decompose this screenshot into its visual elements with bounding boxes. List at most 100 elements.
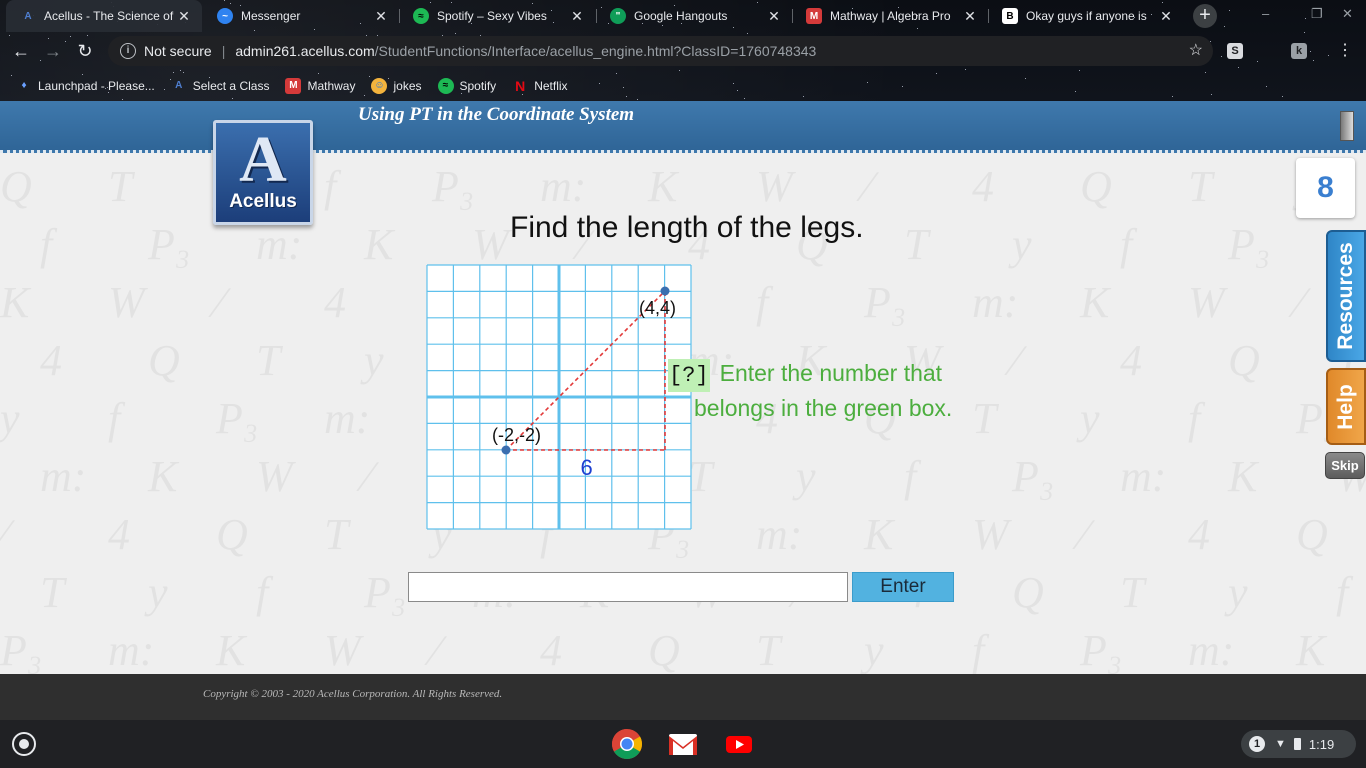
bookmark-mathway[interactable]: M Mathway [285, 77, 355, 94]
jokes-icon: ☺ [371, 77, 388, 94]
battery-icon [1293, 738, 1301, 750]
tab-mathway[interactable]: M Mathway | Algebra Pro ✕ [792, 0, 988, 32]
window-close-icon[interactable]: ✕ [1342, 6, 1353, 22]
background-glyph: ∕ [432, 626, 440, 674]
forward-icon[interactable]: → [42, 40, 64, 62]
background-glyph: W [972, 510, 1009, 559]
close-icon[interactable]: ✕ [569, 8, 585, 25]
clock-time: 1:19 [1308, 736, 1335, 752]
background-glyph: P₃ [864, 278, 907, 327]
background-glyph: ∕ [1012, 336, 1020, 385]
resources-tab[interactable]: Resources [1326, 230, 1366, 362]
background-glyph: m: [256, 220, 303, 269]
close-icon[interactable]: ✕ [373, 8, 389, 25]
background-glyph: K [1080, 278, 1110, 327]
launcher-icon[interactable] [12, 732, 36, 756]
background-glyph: K [1296, 626, 1326, 674]
extension-k-icon[interactable]: k [1291, 43, 1307, 59]
exit-door-icon[interactable] [1340, 111, 1354, 141]
background-glyph: 4 [40, 336, 62, 385]
enter-button[interactable]: Enter [852, 572, 954, 602]
background-glyph: 4 [108, 510, 130, 559]
help-tab[interactable]: Help [1326, 368, 1366, 445]
bookmark-launchpad[interactable]: ♦ Launchpad - Please... [16, 78, 155, 94]
chrome-icon[interactable] [611, 728, 643, 760]
mathway-icon: M [285, 77, 302, 94]
lesson-header-bar: Using PT in the Coordinate System [0, 101, 1366, 153]
youtube-icon[interactable] [723, 728, 755, 760]
background-glyph: m: [972, 278, 1019, 327]
prompt-line-1: Enter the number that [719, 360, 943, 386]
bookmark-select-class[interactable]: A Select a Class [171, 78, 270, 94]
background-glyph: f [904, 452, 917, 501]
prompt-line-2: belongs in the green box. [694, 395, 953, 421]
background-glyph: m: [1120, 452, 1167, 501]
acellus-icon: A [175, 80, 183, 91]
bookmark-label: Launchpad - Please... [38, 78, 155, 93]
bookmark-star-icon[interactable]: ☆ [1189, 40, 1203, 60]
menu-icon[interactable]: ⋮ [1334, 40, 1356, 62]
background-glyph: ∕ [1296, 278, 1304, 327]
coordinate-grid-graph: (4,4) (-2,-2) 6 [426, 264, 692, 530]
logo-letter: A [239, 123, 287, 196]
background-glyph: T [972, 394, 997, 443]
minimize-icon[interactable]: – [1262, 6, 1269, 21]
new-tab-button[interactable]: + [1193, 4, 1217, 28]
background-glyph: Q [148, 336, 180, 385]
close-icon[interactable]: ✕ [1158, 8, 1174, 25]
background-glyph: T [1120, 568, 1145, 617]
background-glyph: K [0, 278, 30, 327]
tab-spotify[interactable]: ≈ Spotify – Sexy Vibes ✕ [399, 0, 595, 32]
bookmark-netflix[interactable]: N Netflix [512, 78, 567, 94]
background-glyph: m: [108, 626, 155, 674]
background-glyph: y [0, 394, 20, 443]
green-answer-box: [?] [668, 359, 710, 392]
background-glyph: T [256, 336, 281, 385]
answer-input[interactable] [408, 572, 848, 602]
copyright-text: Copyright © 2003 - 2020 Acellus Corporat… [203, 688, 503, 700]
extension-s-icon[interactable]: S [1227, 43, 1243, 59]
url-host: admin261.acellus.com [235, 43, 375, 59]
skip-button[interactable]: Skip [1325, 452, 1365, 479]
info-icon[interactable]: i [120, 43, 136, 59]
question-text: Find the length of the legs. [510, 211, 864, 244]
close-icon[interactable]: ✕ [962, 8, 978, 25]
background-glyph: Q [1080, 162, 1112, 211]
background-glyph: m: [756, 510, 803, 559]
bookmark-jokes[interactable]: ☺ jokes [371, 77, 422, 94]
bookmark-label: Select a Class [192, 78, 270, 93]
background-glyph: f [972, 626, 985, 674]
background-glyph: 4 [972, 162, 994, 211]
close-icon[interactable]: ✕ [766, 8, 782, 25]
system-tray[interactable]: 1 ▼ 1:19 [1241, 730, 1356, 758]
background-glyph: f [256, 568, 269, 617]
background-glyph: Q [1296, 510, 1328, 559]
tab-title: Google Hangouts [634, 9, 728, 23]
background-glyph: 4 [324, 278, 346, 327]
bookmark-spotify[interactable]: ≈ Spotify [437, 77, 496, 94]
gmail-icon[interactable] [667, 728, 699, 760]
page-footer: Copyright © 2003 - 2020 Acellus Corporat… [0, 674, 1366, 720]
bookmarks-bar: ♦ Launchpad - Please... A Select a Class… [0, 70, 1366, 101]
background-glyph: y [364, 336, 384, 385]
maximize-icon[interactable]: ❐ [1311, 6, 1323, 22]
tab-messenger[interactable]: ~ Messenger ✕ [203, 0, 399, 32]
background-glyph: m: [1188, 626, 1235, 674]
back-icon[interactable]: ← [10, 40, 32, 62]
background-glyph: m: [324, 394, 371, 443]
tab-brainly[interactable]: B Okay guys if anyone is ✕ [988, 0, 1184, 32]
background-glyph: W [756, 162, 793, 211]
background-glyph: Q [216, 510, 248, 559]
background-glyph: 4 [1120, 336, 1142, 385]
tab-hangouts[interactable]: " Google Hangouts ✕ [596, 0, 792, 32]
background-glyph: P₃ [0, 626, 43, 674]
close-icon[interactable]: ✕ [176, 8, 192, 25]
tab-strip: A Acellus - The Science of ✕ ~ Messenger… [0, 0, 1366, 32]
launchpad-icon: ♦ [21, 80, 27, 91]
tab-title: Acellus - The Science of [44, 9, 174, 23]
mathway-icon: M [806, 8, 822, 24]
address-bar[interactable]: i Not secure | admin261.acellus.com /Stu… [108, 36, 1213, 66]
os-shelf: 1 ▼ 1:19 [0, 720, 1366, 768]
tab-acellus[interactable]: A Acellus - The Science of ✕ [6, 0, 202, 32]
reload-icon[interactable]: ↻ [74, 40, 96, 62]
